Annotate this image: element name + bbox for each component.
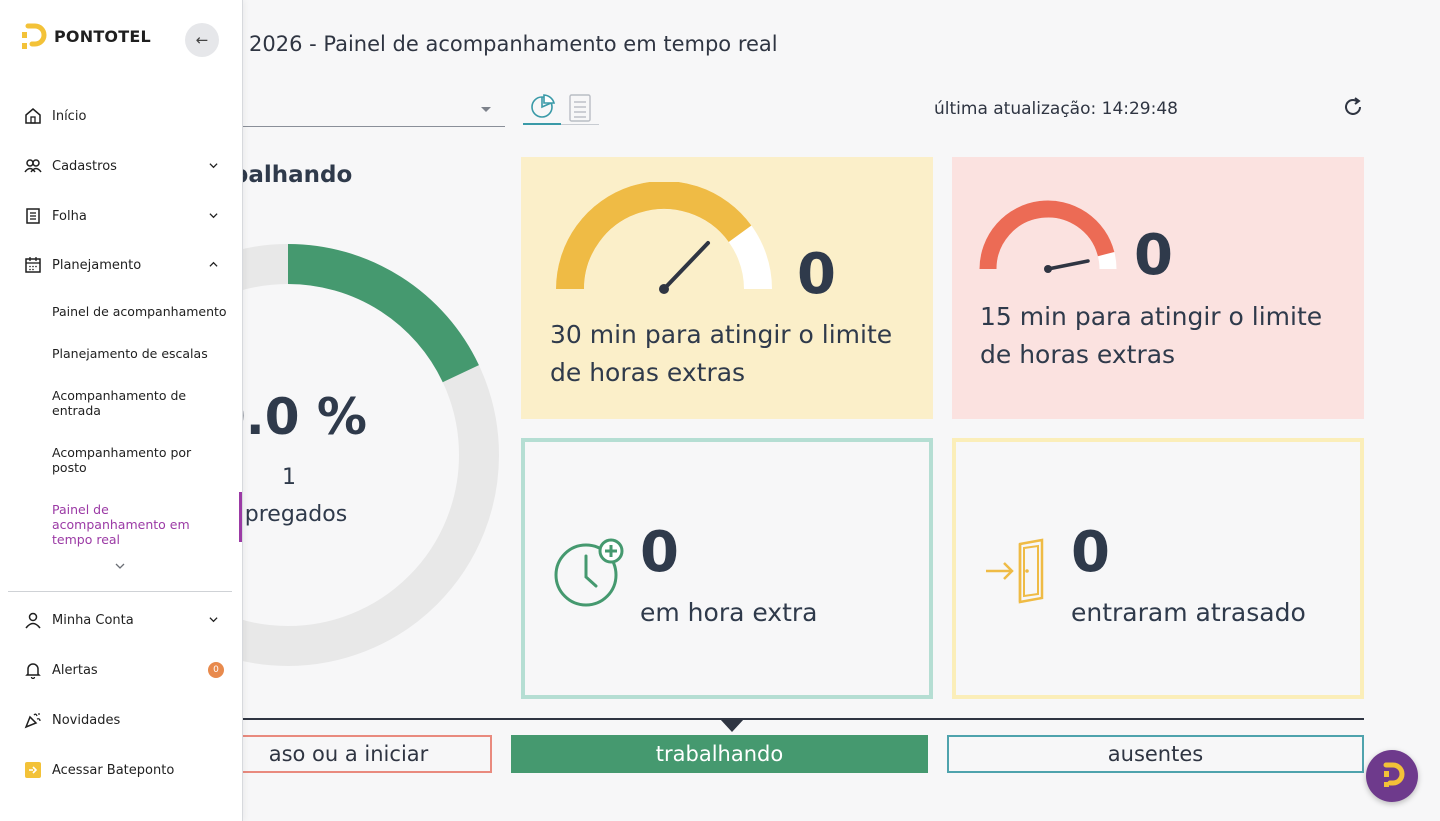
refresh-icon[interactable] [1341,95,1365,119]
overtime-15-text-line2: de horas extras [980,340,1176,369]
active-item-indicator [239,492,242,542]
list-view-button[interactable] [561,91,599,125]
sidebar-item-cadastros[interactable]: Cadastros [24,154,224,178]
chart-view-button[interactable] [523,91,561,125]
late-card[interactable]: 0 entraram atrasado [952,438,1364,699]
sidebar-item-label: Alertas [52,662,98,678]
overtime-30-text-line1: 30 min para atingir o limite [550,320,893,349]
gauge-30-icon [556,182,772,294]
sidebar-item-label: Novidades [52,712,121,728]
overtime-30-value: 0 [797,242,836,307]
overtime-15-value: 0 [1134,223,1173,288]
view-toggle [523,91,599,125]
sidebar-item-label: Acessar Bateponto [52,762,175,778]
gauge-30-fill [556,182,752,290]
chevron-down-icon[interactable] [114,561,126,571]
party-icon [24,713,41,729]
tab-late-or-starting[interactable]: aso ou a iniciar [205,735,492,773]
tabs-divider [205,718,1364,720]
sidebar-item-alertas[interactable]: Alertas 0 [24,658,224,682]
in-overtime-text: em hora extra [640,598,818,627]
sidebar-subitem-painel[interactable]: Painel de acompanhamento [52,304,227,319]
calendar-icon [25,257,41,273]
pontotel-logo-icon [1383,762,1405,787]
overtime-30-card[interactable]: 0 30 min para atingir o limite de horas … [521,157,933,419]
brand[interactable]: PONTOTEL [20,21,151,51]
people-icon [24,159,42,173]
sidebar: PONTOTEL ← Início Cadastros Folha Planej… [0,0,243,821]
last-update-text: última atualização: 14:29:48 [934,99,1178,119]
overtime-15-text-line1: 15 min para atingir o limite [980,302,1323,331]
chevron-up-icon [209,261,218,267]
late-text: entraram atrasado [1071,598,1306,627]
sidebar-divider [8,591,232,592]
user-icon [25,612,41,629]
overtime-15-card[interactable]: 0 15 min para atingir o limite de horas … [952,157,1364,419]
bateponto-icon [25,762,41,778]
sidebar-item-novidades[interactable]: Novidades [24,708,224,732]
in-overtime-card[interactable]: 0 em hora extra [521,438,933,699]
pie-chart-icon [531,94,556,118]
sidebar-subitem-tempo-real[interactable]: Painel de acompanhamento em tempo real [52,502,222,547]
sidebar-subitem-escalas[interactable]: Planejamento de escalas [52,346,227,361]
page-title: 2026 - Painel de acompanhamento em tempo… [249,32,778,56]
late-value: 0 [1071,520,1110,585]
chevron-down-icon [209,163,218,169]
collapse-sidebar-button[interactable]: ← [185,23,219,57]
sidebar-item-label: Minha Conta [52,612,134,628]
overtime-30-text-line2: de horas extras [550,358,746,387]
sidebar-item-label: Cadastros [52,158,117,174]
sidebar-item-label: Planejamento [52,257,142,273]
sidebar-item-planejamento[interactable]: Planejamento [24,253,224,277]
bell-icon [25,663,41,679]
alerts-count-badge: 0 [208,662,224,678]
sidebar-item-folha[interactable]: Folha [24,204,224,228]
gauge-15-icon [979,200,1117,273]
sidebar-item-bateponto[interactable]: Acessar Bateponto [24,758,224,782]
donut-filled-arc [287,244,479,383]
list-icon [569,93,591,122]
sidebar-subitem-entrada[interactable]: Acompanhamento de entrada [52,388,202,418]
sidebar-item-label: Início [52,108,87,124]
brand-name: PONTOTEL [54,26,151,46]
caret-down-icon [481,107,491,112]
clock-plus-icon [554,538,624,607]
sidebar-item-label: Folha [52,208,87,224]
home-icon [25,108,41,124]
sidebar-subitem-posto[interactable]: Acompanhamento por posto [52,445,202,475]
chevron-down-icon [209,617,218,623]
arrow-left-icon: ← [195,31,209,49]
tab-absent[interactable]: ausentes [947,735,1364,773]
chevron-down-icon [209,213,218,219]
door-enter-icon [986,538,1044,604]
active-tab-indicator [720,719,744,732]
sheet-icon [26,208,40,224]
pontotel-logo-icon [22,23,47,49]
tab-working[interactable]: trabalhando [511,735,928,773]
in-overtime-value: 0 [640,520,679,585]
sidebar-item-inicio[interactable]: Início [24,104,224,128]
filter-select[interactable]: ado [205,96,505,127]
sidebar-item-minha-conta[interactable]: Minha Conta [24,608,224,632]
pontotel-chat-button[interactable] [1366,750,1418,802]
